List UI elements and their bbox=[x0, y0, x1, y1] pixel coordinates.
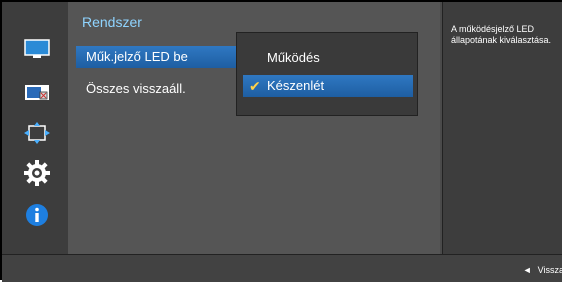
settings-icon[interactable] bbox=[24, 160, 50, 186]
menu-item-led-on[interactable]: Műk.jelző LED be bbox=[76, 46, 236, 68]
option-label: Működés bbox=[267, 50, 320, 65]
help-text: A működésjelző LED állapotának kiválaszt… bbox=[451, 24, 552, 45]
pip-icon[interactable] bbox=[24, 80, 50, 106]
picture-icon[interactable] bbox=[24, 36, 50, 62]
led-submenu: Működés ✔ Készenlét bbox=[236, 32, 418, 116]
option-label: Készenlét bbox=[267, 78, 325, 93]
help-panel: A működésjelző LED állapotának kiválaszt… bbox=[442, 2, 562, 254]
page-title: Rendszer bbox=[82, 14, 142, 30]
bottom-bar: ◄ Vissza bbox=[2, 254, 562, 282]
resize-icon[interactable] bbox=[24, 120, 50, 146]
option-operation[interactable]: Működés bbox=[243, 47, 413, 69]
osd-window: Rendszer Műk.jelző LED be Összes visszaá… bbox=[0, 0, 562, 282]
category-sidebar bbox=[2, 2, 68, 254]
checkmark-icon: ✔ bbox=[249, 78, 261, 94]
menu-item-reset-all[interactable]: Összes visszaáll. bbox=[76, 78, 186, 100]
back-label: Vissza bbox=[537, 265, 562, 275]
back-arrow-icon: ◄ bbox=[522, 265, 532, 275]
back-button[interactable]: ◄ Vissza bbox=[523, 265, 562, 275]
info-icon[interactable] bbox=[24, 202, 50, 228]
option-standby[interactable]: ✔ Készenlét bbox=[243, 75, 413, 97]
